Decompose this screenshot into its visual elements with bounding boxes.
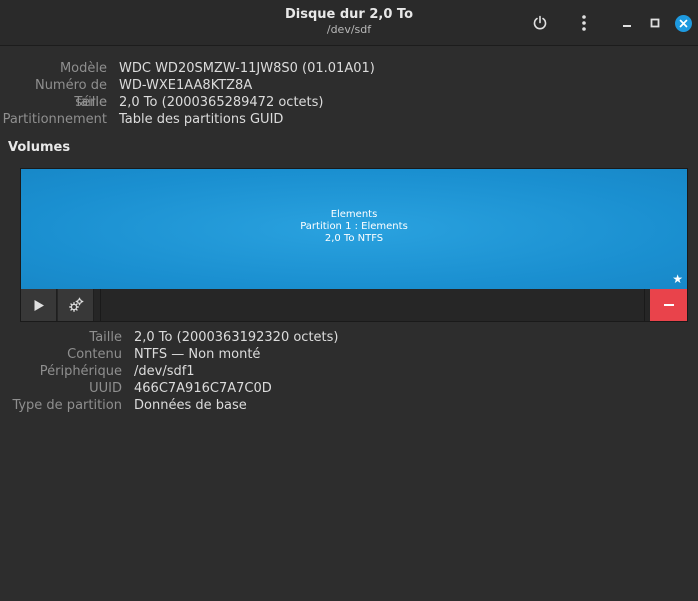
- uuid-value: 466C7A916C7A7C0D: [134, 381, 272, 396]
- minus-icon: [663, 304, 674, 306]
- disks-window: Disque dur 2,0 To /dev/sdf Modèle WDC WD…: [0, 0, 698, 601]
- content-row: Contenu NTFS — Non monté: [0, 346, 339, 363]
- size-row: Taille 2,0 To (2000365289472 octets): [0, 94, 375, 111]
- uuid-label: UUID: [89, 381, 122, 396]
- serial-label: Numéro de série: [34, 78, 107, 110]
- content-value: NTFS — Non monté: [134, 347, 261, 362]
- device-label: Périphérique: [39, 364, 122, 379]
- partition-type-label: Type de partition: [12, 398, 122, 413]
- drive-info: Modèle WDC WD20SMZW-11JW8S0 (01.01A01) N…: [0, 60, 375, 128]
- power-icon: [533, 15, 547, 30]
- content-label: Contenu: [67, 347, 122, 362]
- partition-label: Elements Partition 1 : Elements 2,0 To N…: [21, 209, 687, 245]
- toolbar-spacer: [100, 289, 645, 321]
- serial-value: WD-WXE1AA8KTZ8A: [119, 78, 253, 93]
- partition-number: Partition 1 : Elements: [300, 221, 408, 232]
- close-button[interactable]: [670, 10, 696, 36]
- partition-settings-button[interactable]: [58, 289, 94, 321]
- partition-size-label: Taille: [89, 330, 122, 345]
- minimize-button[interactable]: [614, 10, 640, 36]
- partition-block[interactable]: Elements Partition 1 : Elements 2,0 To N…: [21, 169, 687, 289]
- device-row: Périphérique /dev/sdf1: [0, 363, 339, 380]
- partition-size-fs: 2,0 To NTFS: [324, 233, 384, 244]
- partitioning-value: Table des partitions GUID: [119, 112, 284, 127]
- volume-graphic: Elements Partition 1 : Elements 2,0 To N…: [20, 168, 688, 322]
- model-row: Modèle WDC WD20SMZW-11JW8S0 (01.01A01): [0, 60, 375, 77]
- drive-menu-button[interactable]: [571, 10, 597, 36]
- partition-type-value: Données de base: [134, 398, 247, 413]
- partition-size-value: 2,0 To (2000363192320 octets): [134, 330, 339, 345]
- kebab-menu-icon: [582, 15, 586, 31]
- close-circle: [674, 14, 692, 32]
- close-icon: [679, 19, 687, 27]
- gears-icon: [68, 297, 83, 312]
- volumes-heading: Volumes: [8, 140, 71, 155]
- partition-info: Taille 2,0 To (2000363192320 octets) Con…: [0, 329, 339, 414]
- star-icon: ★: [672, 272, 683, 286]
- maximize-icon: [650, 18, 660, 28]
- delete-partition-button[interactable]: [650, 289, 687, 321]
- minimize-icon: [623, 25, 631, 27]
- uuid-row: UUID 466C7A916C7A7C0D: [0, 380, 339, 397]
- maximize-button[interactable]: [642, 10, 668, 36]
- volume-toolbar: [21, 289, 687, 321]
- model-value: WDC WD20SMZW-11JW8S0 (01.01A01): [119, 61, 375, 76]
- play-icon: [34, 299, 44, 311]
- device-value: /dev/sdf1: [134, 364, 195, 379]
- size-label: Taille: [74, 95, 107, 110]
- power-off-button[interactable]: [527, 10, 553, 36]
- size-value: 2,0 To (2000365289472 octets): [119, 95, 324, 110]
- partition-name: Elements: [330, 209, 378, 220]
- partitioning-label: Partitionnement: [2, 112, 107, 127]
- model-label: Modèle: [59, 61, 107, 76]
- partition-type-row: Type de partition Données de base: [0, 397, 339, 414]
- serial-row: Numéro de série WD-WXE1AA8KTZ8A: [0, 77, 375, 110]
- mount-button[interactable]: [21, 289, 57, 321]
- partition-size-row: Taille 2,0 To (2000363192320 octets): [0, 329, 339, 346]
- header-bar: Disque dur 2,0 To /dev/sdf: [0, 0, 698, 46]
- partitioning-row: Partitionnement Table des partitions GUI…: [0, 111, 375, 128]
